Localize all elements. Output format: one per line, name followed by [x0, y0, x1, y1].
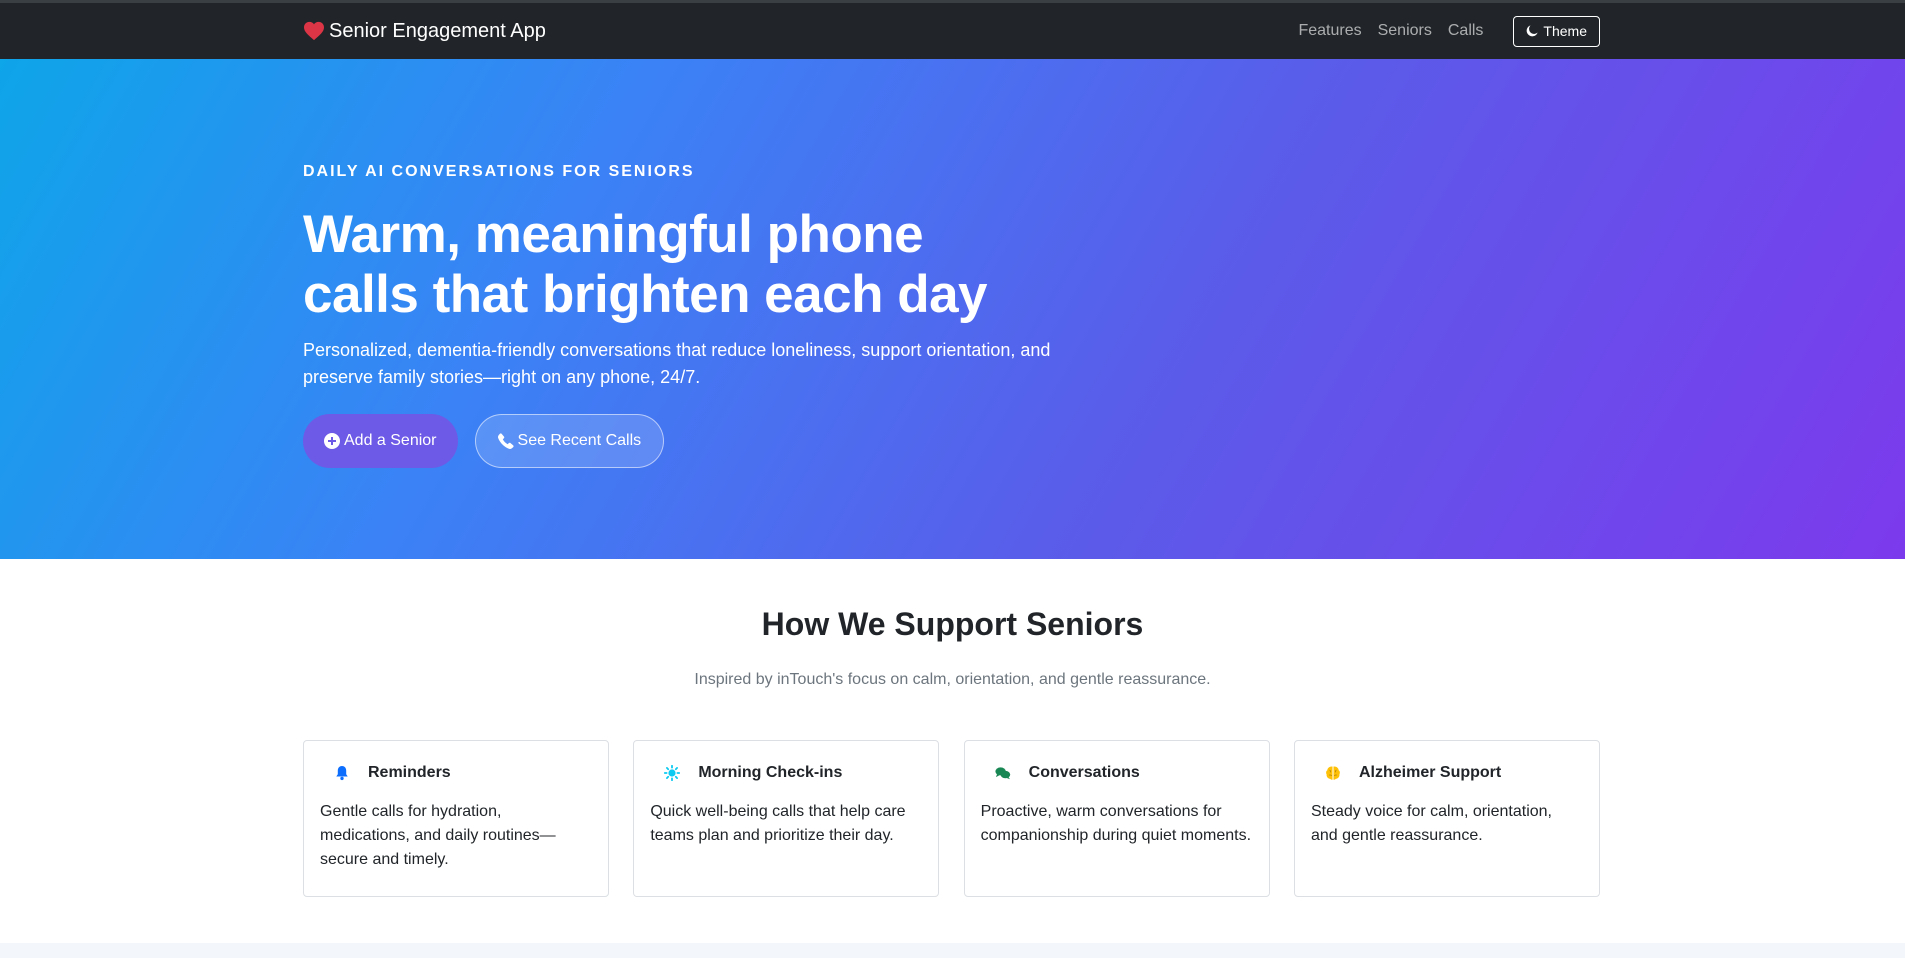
brand-name: Senior Engagement App [329, 19, 546, 42]
hero-subtext: Personalized, dementia-friendly conversa… [303, 340, 1051, 387]
add-senior-button[interactable]: Add a Senior [303, 414, 458, 468]
brain-icon [1323, 763, 1343, 783]
theme-toggle-label: Theme [1543, 23, 1587, 39]
feature-cards: Reminders Gentle calls for hydration, me… [303, 740, 1600, 897]
hero-eyebrow: DAILY AI CONVERSATIONS FOR SENIORS [303, 163, 695, 180]
nav-link-features[interactable]: Features [1298, 22, 1361, 40]
features-subtitle: Inspired by inTouch's focus on calm, ori… [694, 671, 1211, 688]
card-title: Morning Check-ins [698, 764, 843, 781]
see-recent-calls-button[interactable]: See Recent Calls [474, 414, 665, 468]
brand-link[interactable]: Senior Engagement App [303, 20, 546, 43]
navbar: Senior Engagement App Features Seniors C… [0, 0, 1905, 59]
card-text: Quick well-being calls that help care te… [650, 803, 906, 844]
card-title: Conversations [1028, 764, 1140, 781]
feature-card-reminders: Reminders Gentle calls for hydration, me… [303, 740, 609, 897]
feature-card-conversations: Conversations Proactive, warm conversati… [963, 740, 1270, 897]
hero-headline-line-1: Warm, meaningful phone [303, 205, 924, 264]
card-text: Steady voice for calm, orientation, and … [1310, 803, 1552, 844]
card-title: Alzheimer Support [1358, 764, 1502, 781]
card-title: Reminders [368, 764, 451, 781]
phone-icon [497, 433, 514, 449]
card-header: Alzheimer Support [1311, 763, 1583, 783]
feature-card-alzheimer-support: Alzheimer Support Steady voice for calm,… [1293, 740, 1600, 897]
hero-headline: Warm, meaningful phone calls that bright… [303, 205, 1063, 325]
theme-toggle-button[interactable]: Theme [1513, 15, 1600, 47]
nav-link-calls[interactable]: Calls [1448, 22, 1484, 40]
heart-icon [304, 21, 324, 41]
card-header: Reminders [320, 763, 592, 783]
see-recent-calls-label: See Recent Calls [517, 432, 642, 449]
card-text: Gentle calls for hydration, medications,… [320, 803, 556, 868]
bell-icon [332, 763, 352, 783]
next-section-edge [0, 943, 1905, 958]
card-header: Conversations [981, 763, 1253, 783]
feature-card-morning-check-ins: Morning Check-ins Quick well-being calls… [633, 740, 940, 897]
hero-section: DAILY AI CONVERSATIONS FOR SENIORS Warm,… [0, 59, 1905, 559]
plus-circle-icon [324, 433, 340, 449]
chat-icon [993, 763, 1013, 783]
nav-links: Features Seniors Calls Theme [1298, 15, 1600, 47]
features-title: How We Support Seniors [761, 606, 1144, 642]
add-senior-label: Add a Senior [344, 432, 437, 449]
navbar-inner: Senior Engagement App Features Seniors C… [303, 3, 1600, 59]
card-header: Morning Check-ins [650, 763, 922, 783]
hero-buttons: Add a Senior See Recent Calls [303, 414, 665, 468]
hero-headline-line-2: calls that brighten each day [303, 265, 988, 324]
sun-icon [662, 763, 682, 783]
nav-link-seniors[interactable]: Seniors [1378, 22, 1432, 40]
moon-icon [1527, 25, 1539, 37]
card-text: Proactive, warm conversations for compan… [980, 803, 1252, 844]
